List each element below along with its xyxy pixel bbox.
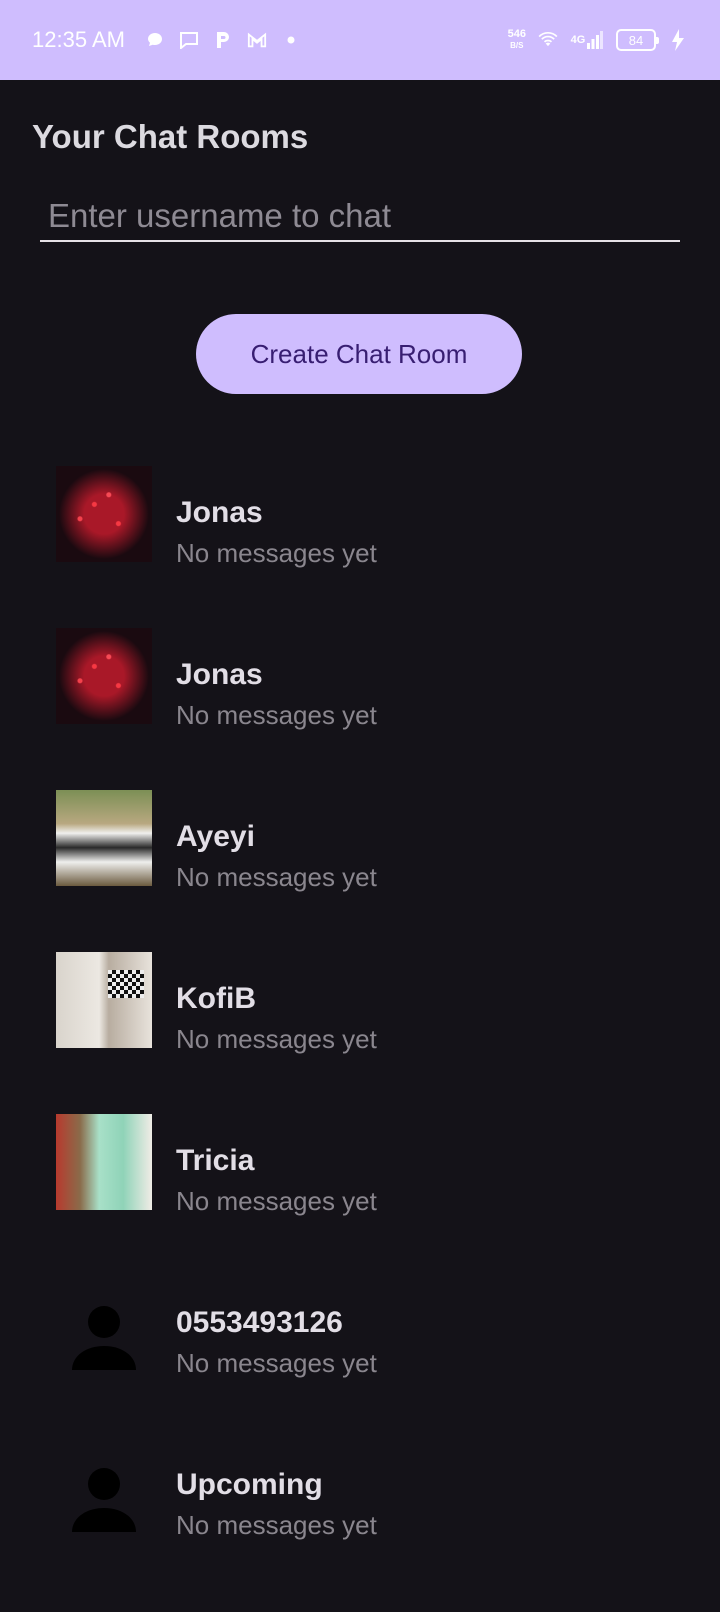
avatar xyxy=(56,628,152,724)
room-name: Tricia xyxy=(176,1144,255,1177)
signal-icon: 4G xyxy=(570,30,604,50)
username-input-wrapper xyxy=(40,192,680,242)
room-name: 0553493126 xyxy=(176,1306,343,1339)
room-last-message: No messages yet xyxy=(176,1348,377,1378)
charging-icon xyxy=(668,29,688,51)
avatar xyxy=(56,790,152,886)
network-speed-unit: B/S xyxy=(510,41,524,50)
network-speed: 546 B/S xyxy=(508,29,526,51)
room-last-message: No messages yet xyxy=(176,1186,377,1216)
page-title: Your Chat Rooms xyxy=(32,118,309,155)
tv-detail xyxy=(108,970,144,998)
chat-bubble-icon xyxy=(145,30,165,50)
room-name: Upcoming xyxy=(176,1468,323,1501)
default-person-icon xyxy=(56,1438,152,1534)
status-time: 12:35 AM xyxy=(32,27,125,52)
dot-icon xyxy=(281,30,301,50)
status-bar-right: 546 B/S 4G 84 xyxy=(508,29,688,51)
status-bar: 12:35 AM 546 B/S 4G 84 xyxy=(0,0,720,80)
message-icon xyxy=(179,30,199,50)
network-speed-value: 546 xyxy=(507,28,526,40)
chat-room-item[interactable]: Ayeyi No messages yet xyxy=(0,782,720,944)
avatar xyxy=(56,1114,152,1210)
chat-room-item[interactable]: 0553493126 No messages yet xyxy=(0,1268,720,1430)
battery-level: 84 xyxy=(628,32,644,48)
default-person-icon xyxy=(56,1276,152,1372)
username-input[interactable] xyxy=(40,192,680,240)
wifi-icon xyxy=(538,30,558,50)
avatar xyxy=(56,466,152,562)
avatar xyxy=(56,952,152,1048)
gmail-icon xyxy=(247,30,267,50)
room-name: KofiB xyxy=(176,982,256,1015)
create-chat-room-button[interactable]: Create Chat Room xyxy=(196,314,522,394)
network-type: 4G xyxy=(570,34,586,46)
chat-room-list: Jonas No messages yet Jonas No messages … xyxy=(0,458,720,1592)
room-last-message: No messages yet xyxy=(176,862,377,892)
room-name: Jonas xyxy=(176,658,263,691)
room-last-message: No messages yet xyxy=(176,700,377,730)
chat-room-item[interactable]: Tricia No messages yet xyxy=(0,1106,720,1268)
chat-room-item[interactable]: Jonas No messages yet xyxy=(0,620,720,782)
chat-room-item[interactable]: Upcoming No messages yet xyxy=(0,1430,720,1592)
room-name: Jonas xyxy=(176,496,263,529)
room-last-message: No messages yet xyxy=(176,1510,377,1540)
room-last-message: No messages yet xyxy=(176,538,377,568)
chat-room-item[interactable]: Jonas No messages yet xyxy=(0,458,720,620)
battery-indicator: 84 xyxy=(616,29,659,51)
room-name: Ayeyi xyxy=(176,820,255,853)
p-app-icon xyxy=(213,30,233,50)
room-last-message: No messages yet xyxy=(176,1024,377,1054)
chat-room-item[interactable]: KofiB No messages yet xyxy=(0,944,720,1106)
status-bar-left: 12:35 AM xyxy=(32,27,301,53)
